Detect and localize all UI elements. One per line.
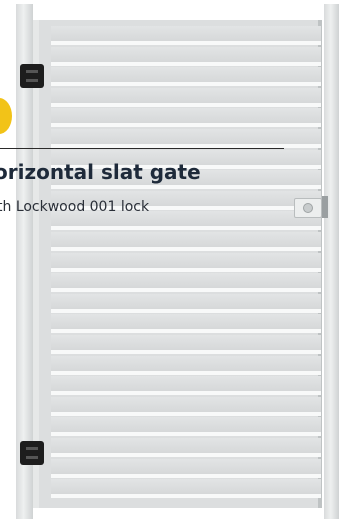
- slat-gap: [51, 103, 321, 107]
- gate-slat: [51, 479, 321, 494]
- slat-gap: [51, 453, 321, 457]
- gate-slat: [51, 253, 321, 268]
- gate-slat: [51, 438, 321, 453]
- gate-slat: [51, 314, 321, 329]
- gate-slat: [51, 294, 321, 309]
- slat-gap: [51, 247, 321, 251]
- gate-slat: [51, 47, 321, 62]
- slat-gap: [51, 371, 321, 375]
- slat-gap: [51, 226, 321, 230]
- gate-slat: [51, 26, 321, 41]
- right-post: [324, 4, 339, 519]
- slat-gap: [51, 412, 321, 416]
- slat-gap: [51, 432, 321, 436]
- slat-gap: [51, 329, 321, 333]
- gate-slat: [51, 67, 321, 82]
- slat-gap: [51, 494, 321, 498]
- gate-photo: orizontal slat gate th Lockwood 001 lock: [0, 0, 342, 519]
- slat-gap: [51, 268, 321, 272]
- lock-knob-icon: [303, 203, 313, 213]
- slat-gap: [51, 391, 321, 395]
- gate-slat: [51, 129, 321, 144]
- slat-gap: [51, 62, 321, 66]
- caption-divider: [0, 148, 284, 149]
- gate-slat: [51, 459, 321, 474]
- slat-gate: [33, 20, 322, 508]
- gate-slat: [51, 273, 321, 288]
- gate-slat: [51, 376, 321, 391]
- slat-gap: [51, 309, 321, 313]
- gate-slat: [51, 335, 321, 350]
- gate-slat: [51, 88, 321, 103]
- slat-gap: [51, 41, 321, 45]
- gate-slat: [51, 108, 321, 123]
- slat-gap: [51, 185, 321, 189]
- gate-slat: [51, 356, 321, 371]
- slat-gap: [51, 123, 321, 127]
- gate-slat: [51, 232, 321, 247]
- lockwood-lock-icon: [294, 198, 322, 218]
- slat-gap: [51, 82, 321, 86]
- yellow-badge: [0, 98, 12, 134]
- slat-gap: [51, 350, 321, 354]
- lock-strike-plate: [322, 196, 328, 218]
- slat-gap: [51, 474, 321, 478]
- bottom-hinge-icon: [20, 441, 44, 465]
- slat-gap: [51, 288, 321, 292]
- gate-slat: [51, 397, 321, 412]
- top-hinge-icon: [20, 64, 44, 88]
- caption-subtitle: th Lockwood 001 lock: [0, 199, 150, 215]
- gate-slat: [51, 417, 321, 432]
- caption-title: orizontal slat gate: [0, 160, 201, 184]
